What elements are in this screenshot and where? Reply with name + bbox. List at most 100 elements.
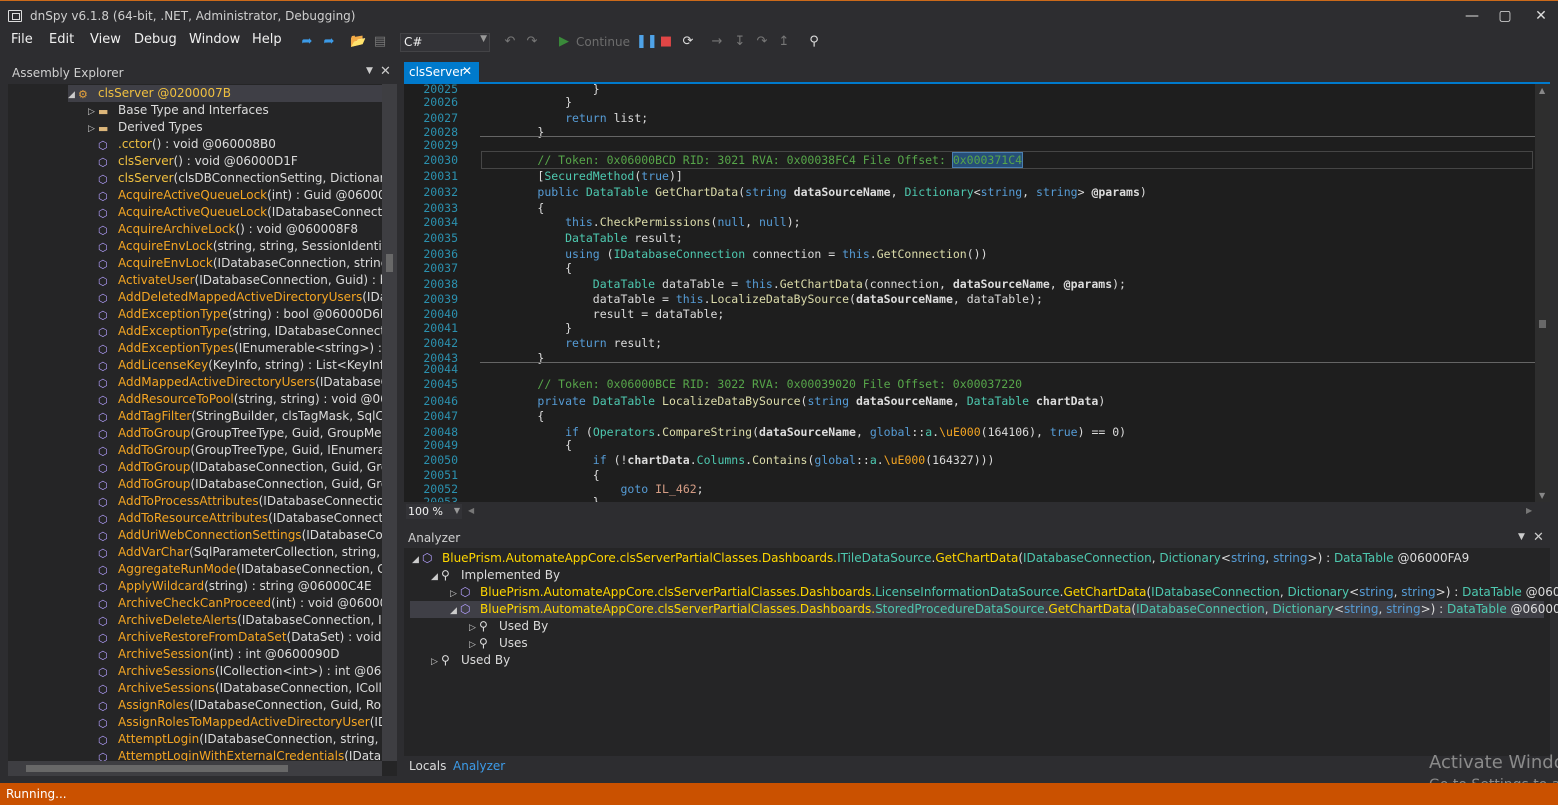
tree-item[interactable]: ⬡ ArchiveSessions(IDatabaseConnection, IC…	[88, 680, 382, 697]
minimize-button[interactable]: —	[1455, 5, 1489, 27]
chevron-down-icon[interactable]: ◢	[412, 552, 422, 569]
scroll-up-icon[interactable]: ▲	[1539, 86, 1545, 95]
code-line[interactable]: dataTable = this.LocalizeDataBySource(da…	[482, 291, 1043, 307]
tab-locals[interactable]: Locals	[409, 759, 446, 773]
redo-icon[interactable]: ↷	[524, 34, 540, 50]
analyzer-row[interactable]: ▷ ⚲ Uses	[469, 635, 528, 652]
close-icon[interactable]: ✕	[380, 64, 391, 79]
restart-icon[interactable]: ⟳	[680, 34, 696, 50]
maximize-button[interactable]: ▢	[1488, 5, 1522, 27]
tree-item[interactable]: ▷ ▬ Derived Types	[88, 119, 203, 136]
code-line[interactable]: // Token: 0x06000BCE RID: 3022 RVA: 0x00…	[482, 376, 1022, 392]
analyzer-row[interactable]: ▷ ⚲ Used By	[469, 618, 548, 635]
show-next-statement-icon[interactable]: →	[709, 34, 725, 50]
tree-item[interactable]: ⬡ AttemptLoginWithExternalCredentials(IDa…	[88, 748, 382, 761]
tree-item[interactable]: ⬡ AddToProcessAttributes(IDatabaseConnect…	[88, 493, 382, 510]
chevron-down-icon[interactable]: ◢	[68, 87, 78, 104]
language-select[interactable]: C# ▼	[400, 33, 490, 52]
tree-item[interactable]: ⬡ AddToGroup(GroupTreeType, Guid, IEnumer…	[88, 442, 382, 459]
pause-icon[interactable]: ❚❚	[636, 34, 658, 50]
step-into-icon[interactable]: ↧	[732, 34, 748, 50]
tree-item[interactable]: ⬡ AddToGroup(IDatabaseConnection, Guid, G…	[88, 459, 382, 476]
code-line[interactable]: DataTable result;	[482, 230, 683, 246]
menu-help[interactable]: Help	[252, 32, 282, 47]
tree-item[interactable]: ⬡ ArchiveSessions(ICollection<int>) : int…	[88, 663, 382, 680]
code-line[interactable]: this.CheckPermissions(null, null);	[482, 214, 800, 230]
code-line[interactable]: [SecuredMethod(true)]	[482, 168, 682, 184]
code-line[interactable]: }	[482, 320, 572, 336]
tree-item[interactable]: ⬡ AddLicenseKey(KeyInfo, string) : List<K…	[88, 357, 382, 374]
analyzer-row[interactable]: ◢ ⬡ BluePrism.AutomateAppCore.clsServerPar…	[412, 550, 1469, 567]
code-line[interactable]: return result;	[482, 335, 662, 351]
tree-item[interactable]: ⬡ AcquireActiveQueueLock(IDatabaseConnect…	[88, 204, 382, 221]
tree-item[interactable]: ⬡ AttemptLogin(IDatabaseConnection, strin…	[88, 731, 382, 748]
code-line[interactable]: // Token: 0x06000BCD RID: 3021 RVA: 0x00…	[481, 151, 1533, 169]
tree-item[interactable]: ⬡ AcquireEnvLock(string, string, SessionI…	[88, 238, 382, 255]
code-text[interactable]: } } return list; } // Token: 0x06000BCD …	[481, 84, 1534, 502]
code-line[interactable]: {	[482, 437, 572, 453]
panel-menu-icon[interactable]: ▼	[1518, 532, 1525, 542]
code-line[interactable]: public DataTable GetChartData(string dat…	[482, 184, 1146, 200]
code-line[interactable]: {	[482, 260, 572, 276]
chevron-right-icon[interactable]: ▷	[431, 654, 441, 671]
zoom-select[interactable]: 100 % ▼	[406, 504, 462, 519]
scroll-down-icon[interactable]: ▼	[1539, 491, 1545, 500]
continue-button[interactable]: Continue	[576, 35, 630, 49]
tree-item[interactable]: ⬡ AddTagFilter(StringBuilder, clsTagMask,…	[88, 408, 382, 425]
tree-item[interactable]: ⬡ AddDeletedMappedActiveDirectoryUsers(ID…	[88, 289, 382, 306]
tree-item[interactable]: ⬡ ArchiveCheckCanProceed(int) : void @060…	[88, 595, 382, 612]
tree-item[interactable]: ⬡ AcquireEnvLock(IDatabaseConnection, str…	[88, 255, 382, 272]
code-line[interactable]: private DataTable LocalizeDataBySource(s…	[482, 393, 1105, 409]
code-line[interactable]: {	[482, 408, 544, 424]
tree-item[interactable]: ⬡ AddToGroup(GroupTreeType, Guid, GroupMe…	[88, 425, 382, 442]
code-line[interactable]: }	[482, 124, 544, 140]
tree-item[interactable]: ⬡ ArchiveRestoreFromDataSet(DataSet) : vo…	[88, 629, 382, 646]
menu-edit[interactable]: Edit	[49, 32, 74, 47]
tab-analyzer[interactable]: Analyzer	[453, 759, 505, 773]
close-icon[interactable]: ✕	[462, 64, 472, 78]
tree-item[interactable]: ⬡ AddUriWebConnectionSettings(IDatabaseCo…	[88, 527, 382, 544]
search-icon[interactable]: ⚲	[806, 34, 822, 50]
scroll-left-icon[interactable]: ◀	[468, 506, 474, 515]
code-line[interactable]: }	[482, 350, 544, 366]
tree-item[interactable]: ⬡ AddResourceToPool(string, string) : voi…	[88, 391, 382, 408]
tree-item[interactable]: ▷ ▬ Base Type and Interfaces	[88, 102, 269, 119]
back-icon[interactable]: ➦	[299, 34, 315, 50]
tab-clsServer[interactable]: clsServer ✕	[404, 62, 479, 83]
menu-debug[interactable]: Debug	[134, 32, 177, 47]
code-line[interactable]: if (Operators.CompareString(dataSourceNa…	[482, 424, 1126, 440]
tree-item[interactable]: ⬡ AddVarChar(SqlParameterCollection, stri…	[88, 544, 382, 561]
undo-icon[interactable]: ↶	[502, 34, 518, 50]
tree-item[interactable]: ⬡ AddMappedActiveDirectoryUsers(IDatabase…	[88, 374, 382, 391]
editor-vertical-scrollbar[interactable]: ▲ ▼	[1535, 84, 1550, 502]
tree-item[interactable]: ⬡ .cctor() : void @060008B0	[88, 136, 276, 153]
tree-item[interactable]: ⬡ ActivateUser(IDatabaseConnection, Guid)…	[88, 272, 382, 289]
menu-file[interactable]: File	[11, 32, 33, 47]
tree-item[interactable]: ⬡ clsServer() : void @06000D1F	[88, 153, 298, 170]
step-over-icon[interactable]: ↷	[754, 34, 770, 50]
open-folder-icon[interactable]: 📂	[350, 34, 366, 50]
tree-horizontal-scrollbar[interactable]	[8, 761, 382, 776]
analyzer-row[interactable]: ◢ ⬡ BluePrism.AutomateAppCore.clsServerPar…	[410, 601, 1558, 620]
tree-item[interactable]: ⬡ AcquireArchiveLock() : void @060008F8	[88, 221, 358, 238]
code-line[interactable]: }	[482, 94, 572, 110]
analyzer-row[interactable]: ▷ ⬡ BluePrism.AutomateAppCore.clsServerPar…	[450, 584, 1558, 601]
tree-item[interactable]: ⬡ AddToGroup(IDatabaseConnection, Guid, G…	[88, 476, 382, 493]
panel-menu-icon[interactable]: ▼	[366, 66, 373, 76]
tree-item[interactable]: ⬡ AssignRolesToMappedActiveDirectoryUser(…	[88, 714, 382, 731]
code-line[interactable]: if (!chartData.Columns.Contains(global::…	[482, 452, 995, 468]
analyzer-row[interactable]: ◢ ⚲ Implemented By	[431, 567, 560, 584]
tree-item[interactable]: ⬡ ApplyWildcard(string) : string @06000C4…	[88, 578, 372, 595]
tree-item[interactable]: ⬡ AddToResourceAttributes(IDatabaseConnec…	[88, 510, 382, 527]
save-icon[interactable]: ▤	[372, 34, 388, 50]
play-icon[interactable]: ▶	[556, 34, 572, 50]
tree-item[interactable]: ⬡ AddExceptionTypes(IEnumerable<string>) …	[88, 340, 382, 357]
tree-vertical-scrollbar[interactable]	[382, 84, 397, 761]
tree-item[interactable]: ⬡ AggregateRunMode(IDatabaseConnection, G…	[88, 561, 382, 578]
menu-view[interactable]: View	[90, 32, 121, 47]
tree-item[interactable]: ⬡ AcquireActiveQueueLock(int) : Guid @060…	[88, 187, 382, 204]
tree-item[interactable]: ⬡ AssignRoles(IDatabaseConnection, Guid, …	[88, 697, 382, 714]
scroll-right-icon[interactable]: ▶	[1526, 506, 1532, 515]
tree-item[interactable]: ⬡ ArchiveSession(int) : int @0600090D	[88, 646, 340, 663]
chevron-down-icon[interactable]: ◢	[450, 603, 460, 620]
